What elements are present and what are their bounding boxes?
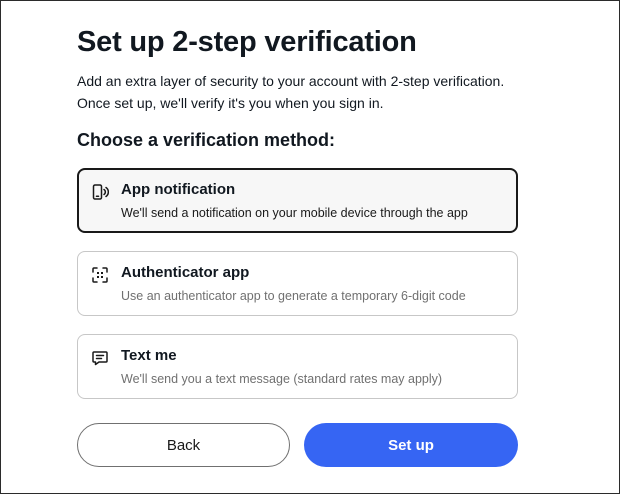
chat-message-icon	[91, 349, 109, 367]
verification-method-list: App notification We'll send a notificati…	[77, 168, 518, 399]
option-description: Use an authenticator app to generate a t…	[121, 289, 466, 303]
setup-button[interactable]: Set up	[304, 423, 518, 467]
mobile-notification-icon	[91, 183, 109, 201]
option-description: We'll send you a text message (standard …	[121, 372, 443, 386]
option-title: Authenticator app	[121, 264, 250, 281]
verification-setup-panel: Set up 2-step verification Add an extra …	[77, 24, 518, 417]
description-line: Once set up, we'll verify it's you when …	[77, 95, 384, 111]
back-button[interactable]: Back	[77, 423, 290, 467]
option-app-notification[interactable]: App notification We'll send a notificati…	[77, 168, 518, 233]
page-description: Add an extra layer of security to your a…	[77, 70, 518, 114]
option-title: Text me	[121, 347, 177, 364]
option-text-me[interactable]: Text me We'll send you a text message (s…	[77, 334, 518, 399]
option-title: App notification	[121, 181, 236, 198]
description-line: Add an extra layer of security to your a…	[77, 73, 505, 89]
qr-scan-icon	[91, 266, 109, 284]
action-buttons: Back Set up	[77, 423, 518, 467]
option-description: We'll send a notification on your mobile…	[121, 206, 468, 220]
method-heading: Choose a verification method:	[77, 130, 336, 150]
page-title: Set up 2-step verification	[77, 26, 417, 58]
option-authenticator-app[interactable]: Authenticator app Use an authenticator a…	[77, 251, 518, 316]
